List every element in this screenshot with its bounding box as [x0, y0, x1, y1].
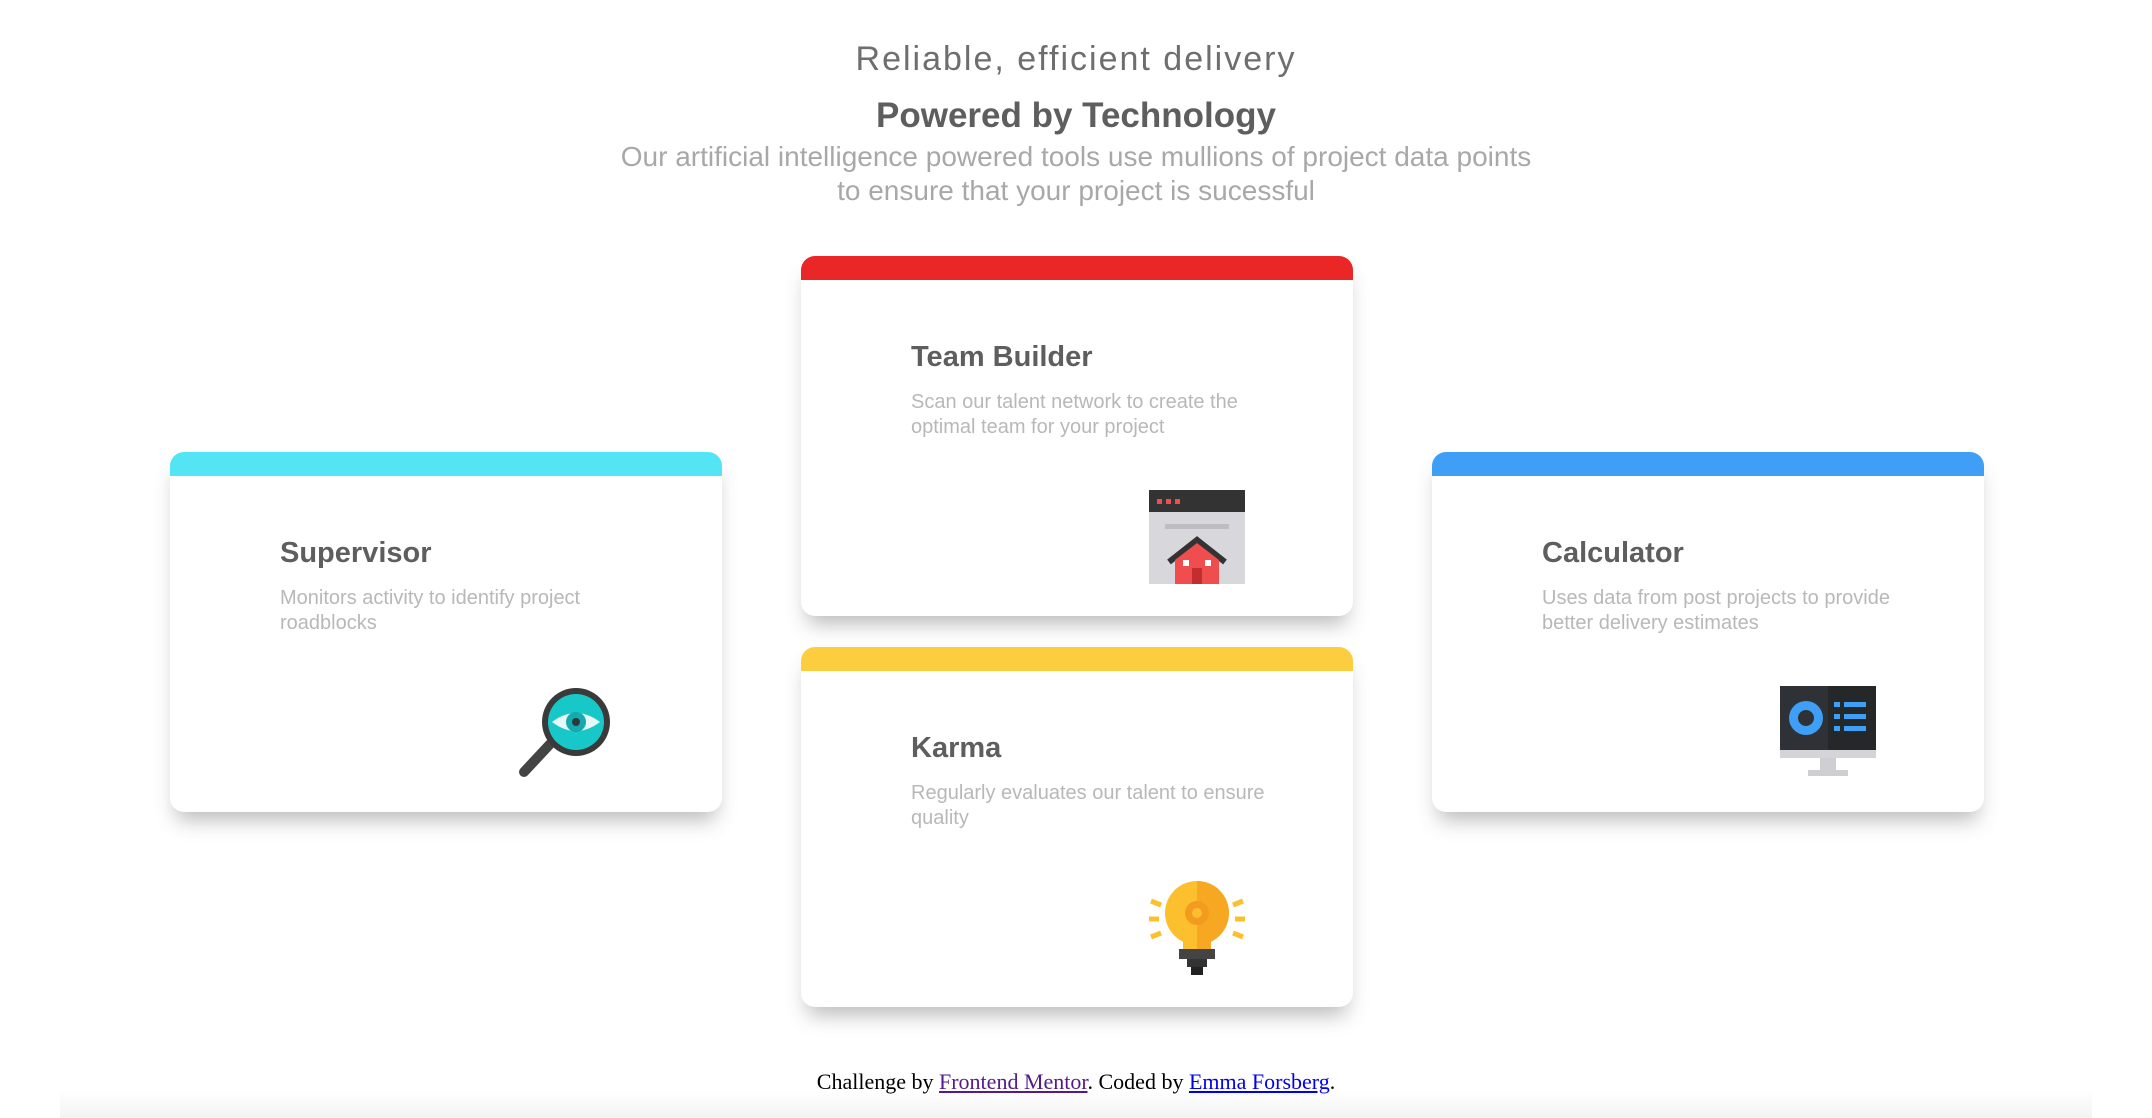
- section-title: Powered by Technology: [876, 96, 1276, 135]
- section-description: Our artificial intelligence powered tool…: [620, 141, 1532, 206]
- attribution-middle: . Coded by: [1087, 1069, 1189, 1094]
- attribution: Challenge by Frontend Mentor. Coded by E…: [0, 1069, 2152, 1095]
- page: Reliable, efficient delivery Powered by …: [0, 0, 2152, 1118]
- card-title: Calculator: [1542, 537, 1684, 569]
- browser-house-icon: [1147, 486, 1247, 586]
- card-accent-bar: [170, 452, 722, 476]
- attribution-suffix: .: [1329, 1069, 1336, 1094]
- card-accent-bar: [801, 647, 1353, 671]
- section-subtitle: Reliable, efficient delivery: [855, 40, 1297, 78]
- lightbulb-icon: [1147, 877, 1247, 977]
- card-supervisor: Supervisor Monitors activity to identify…: [170, 452, 722, 812]
- card-description: Uses data from post projects to provide …: [1542, 587, 1890, 634]
- card-calculator: Calculator Uses data from post projects …: [1432, 452, 1984, 812]
- card-karma: Karma Regularly evaluates our talent to …: [801, 647, 1353, 1007]
- card-accent-bar: [801, 256, 1353, 280]
- attribution-prefix: Challenge by: [816, 1069, 939, 1094]
- monitor-dashboard-icon: [1778, 682, 1878, 782]
- card-description: Scan our talent network to create the op…: [911, 391, 1238, 438]
- magnifier-eye-icon: [516, 682, 616, 782]
- card-title: Supervisor: [280, 537, 432, 569]
- card-title: Team Builder: [911, 341, 1093, 373]
- card-description: Monitors activity to identify project ro…: [280, 587, 581, 634]
- frontend-mentor-link[interactable]: Frontend Mentor: [939, 1069, 1088, 1094]
- card-accent-bar: [1432, 452, 1984, 476]
- card-description: Regularly evaluates our talent to ensure…: [911, 782, 1265, 829]
- card-title: Karma: [911, 732, 1002, 764]
- author-link[interactable]: Emma Forsberg: [1189, 1069, 1330, 1094]
- card-team-builder: Team Builder Scan our talent network to …: [801, 256, 1353, 616]
